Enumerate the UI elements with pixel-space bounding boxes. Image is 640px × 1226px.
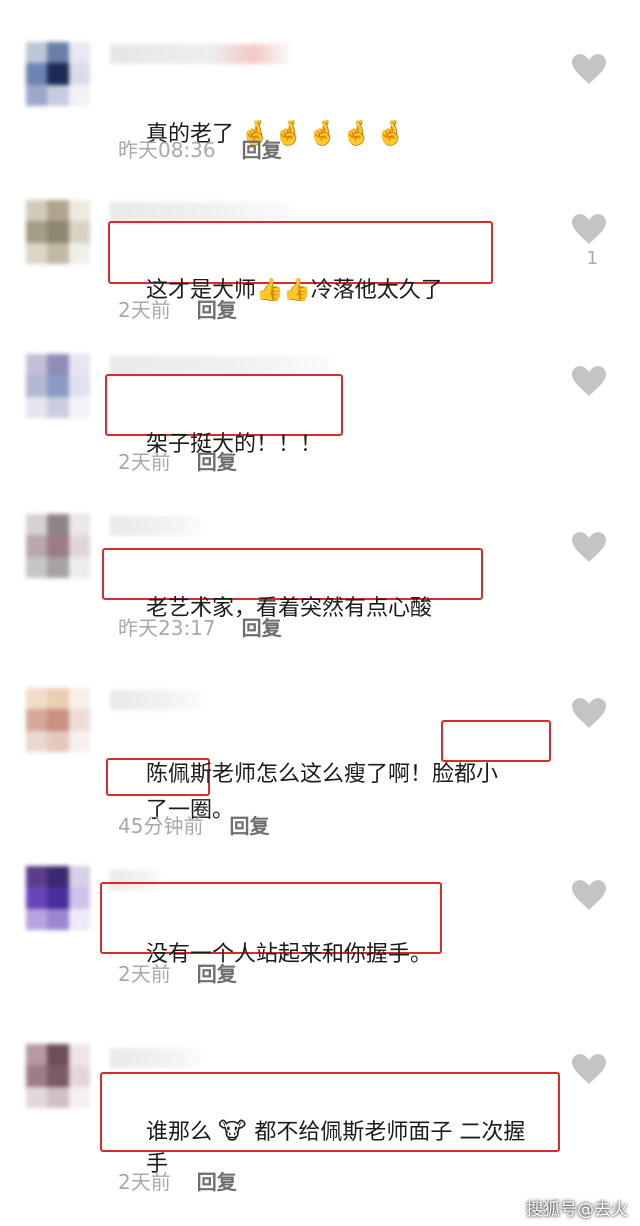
like-heart-icon[interactable] — [572, 366, 606, 396]
comment-meta: 2天前 回复 — [118, 1166, 237, 1195]
comment-meta: 昨天08:36 回复 — [118, 134, 282, 163]
comment-text-after: 冷落他太久了 — [310, 278, 443, 303]
watermark: 搜狐号@去火 — [526, 1200, 628, 1220]
comment-item: 谁那么 🐮 都不给佩斯老师面子 二次握 手 2天前 回复 — [0, 1044, 640, 1204]
comment-item: 陈佩斯老师怎么这么瘦了啊！脸都小 了一圈。 45分钟前 回复 — [0, 686, 640, 846]
reply-button[interactable]: 回复 — [229, 814, 269, 838]
username[interactable] — [110, 1048, 200, 1068]
username[interactable] — [110, 516, 200, 536]
comment-time: 2天前 — [118, 298, 171, 322]
avatar[interactable] — [26, 866, 90, 930]
comment-time: 昨天23:17 — [118, 616, 216, 640]
comment-item: 没有一个人站起来和你握手。 2天前 回复 — [0, 866, 640, 996]
like-heart-icon[interactable] — [572, 532, 606, 562]
comment-meta: 2天前 回复 — [118, 958, 237, 987]
reply-button[interactable]: 回复 — [242, 138, 282, 162]
reply-button[interactable]: 回复 — [197, 298, 237, 322]
avatar[interactable] — [26, 200, 90, 264]
comment-time: 2天前 — [118, 450, 171, 474]
like-heart-icon[interactable] — [572, 880, 606, 910]
username[interactable] — [110, 356, 330, 376]
avatar[interactable] — [26, 42, 90, 106]
comment-meta: 2天前 回复 — [118, 294, 237, 323]
comment-time: 2天前 — [118, 1170, 171, 1194]
comment-time: 45分钟前 — [118, 814, 204, 838]
comment-item: 真的老了 🤞🤞🤞🤞🤞 昨天08:36 回复 — [0, 40, 640, 170]
like-heart-icon[interactable] — [572, 54, 606, 84]
comment-text-after: 都不给佩斯老师面子 二次握 — [254, 1120, 526, 1145]
comment-text: 没有一个人站起来和你握手。 — [118, 904, 432, 1006]
reply-button[interactable]: 回复 — [197, 962, 237, 986]
comment-time: 昨天08:36 — [118, 138, 216, 162]
like-count: 1 — [586, 248, 598, 269]
reply-button[interactable]: 回复 — [242, 616, 282, 640]
avatar[interactable] — [26, 354, 90, 418]
comment-item: 老艺术家，看着突然有点心酸 昨天23:17 回复 — [0, 512, 640, 652]
cow-emoji: 🐮 — [218, 1117, 247, 1145]
like-heart-icon[interactable] — [572, 1054, 606, 1084]
comment-item: 架子挺大的！！！ 2天前 回复 — [0, 352, 640, 482]
comment-meta: 45分钟前 回复 — [118, 810, 269, 839]
username[interactable] — [110, 202, 290, 222]
comment-item: 这才是大师👍👍冷落他太久了 2天前 回复 1 — [0, 198, 640, 328]
comment-time: 2天前 — [118, 962, 171, 986]
comment-text: 架子挺大的！！！ — [118, 394, 322, 496]
comment-text-boxed: 脸都小 — [432, 762, 499, 787]
comment-text: 这才是大师👍👍冷落他太久了 — [118, 240, 443, 342]
reply-button[interactable]: 回复 — [197, 1170, 237, 1194]
username[interactable] — [110, 44, 290, 64]
thumbs-up-emoji: 👍👍 — [256, 278, 311, 303]
comment-meta: 2天前 回复 — [118, 446, 237, 475]
like-heart-icon[interactable] — [572, 698, 606, 728]
username[interactable] — [110, 690, 200, 710]
avatar[interactable] — [26, 688, 90, 752]
avatar[interactable] — [26, 1044, 90, 1108]
comment-text: 老艺术家，看着突然有点心酸 — [118, 558, 432, 660]
like-heart-icon[interactable] — [572, 214, 606, 244]
avatar[interactable] — [26, 514, 90, 578]
comment-meta: 昨天23:17 回复 — [118, 612, 282, 641]
reply-button[interactable]: 回复 — [197, 450, 237, 474]
comment-text-line2: 手 — [118, 1114, 168, 1216]
